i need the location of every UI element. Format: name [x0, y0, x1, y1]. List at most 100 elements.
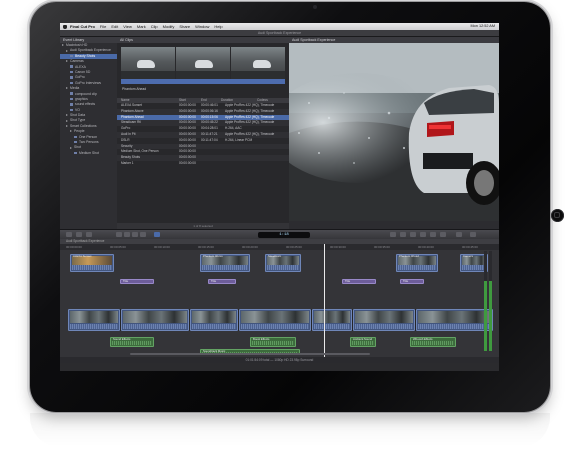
viewer-video-frame[interactable]	[289, 43, 499, 221]
menu-help[interactable]: Help	[214, 23, 222, 30]
connected-clip[interactable]: Steadicam	[265, 254, 301, 272]
audio-meter-right	[489, 251, 492, 351]
menubar-clock[interactable]: Mon 12:52 AM	[471, 23, 495, 30]
connected-clip[interactable]: Phantom Ahead	[396, 254, 438, 272]
event-icon	[70, 103, 73, 106]
library-item-label: graphics	[75, 96, 88, 101]
timeline: Audi Sportback Experience 00:00:00:00 00:…	[60, 239, 499, 363]
playhead[interactable]	[324, 244, 325, 363]
audio-clip[interactable]: Boost Effects	[250, 337, 296, 347]
ruler-tick-label: 00:00:40:00	[418, 245, 434, 249]
event-icon	[74, 151, 77, 155]
screen: Final Cut Pro File Edit View Mark Clip M…	[60, 23, 499, 371]
filmstrip-clip-name: Phantom Ahead	[122, 87, 147, 91]
keyword-button[interactable]	[76, 232, 82, 237]
title-clip[interactable]: Title	[120, 279, 154, 284]
insert-clip-button[interactable]	[124, 232, 130, 237]
disclosure-triangle-icon[interactable]	[62, 44, 64, 47]
audio-clip[interactable]: Ambient Sound	[350, 337, 376, 347]
disclosure-triangle-icon[interactable]	[66, 87, 68, 90]
disclosure-triangle-icon[interactable]	[66, 124, 68, 127]
menu-file[interactable]: File	[100, 23, 106, 30]
library-item-label: Shot	[74, 145, 81, 150]
storyline-clip[interactable]	[416, 309, 493, 331]
import-button[interactable]	[66, 232, 72, 237]
ruler-tick-label: 00:00:35:00	[374, 245, 390, 249]
audio-clip[interactable]: Sound Effects	[110, 337, 154, 347]
device-reflection	[30, 413, 550, 447]
car-spray-image	[289, 43, 499, 221]
connected-clip[interactable]: Phantom Above	[200, 254, 250, 272]
event-icon	[74, 140, 77, 144]
menu-view[interactable]: View	[123, 23, 132, 30]
audio-clip[interactable]: Whoosh Effects	[410, 337, 456, 347]
connect-clip-button[interactable]	[116, 232, 122, 237]
storyline-clip[interactable]	[353, 309, 415, 331]
disclosure-triangle-icon[interactable]	[66, 114, 68, 117]
storyline-clip[interactable]	[312, 309, 352, 331]
enhance-button[interactable]	[86, 232, 92, 237]
library-item-label: Media	[70, 86, 80, 91]
photos-browser-button[interactable]	[400, 232, 406, 237]
title-clip[interactable]: Title	[208, 279, 236, 284]
append-clip-button[interactable]	[132, 232, 138, 237]
event-icon	[70, 97, 73, 101]
connected-clip[interactable]: ALEXA Sunset	[70, 254, 114, 272]
library-item-label: GoPro Interviews	[75, 80, 102, 85]
titles-browser-button[interactable]	[420, 232, 426, 237]
overwrite-clip-button[interactable]	[140, 232, 146, 237]
library-item-label: Shot Type	[70, 118, 86, 123]
timeline-scrollbar[interactable]	[130, 353, 370, 355]
library-item-label: Shot Data	[70, 113, 86, 118]
share-button[interactable]	[470, 232, 476, 237]
music-browser-button[interactable]	[410, 232, 416, 237]
browser-row[interactable]: Marker 1 00:00:00:00	[117, 161, 289, 167]
menu-bar: Final Cut Pro File Edit View Mark Clip M…	[60, 23, 499, 30]
generators-browser-button[interactable]	[430, 232, 436, 237]
library-item-label: ALEXA	[75, 64, 86, 69]
storyline-clip[interactable]	[121, 309, 189, 331]
disclosure-triangle-icon[interactable]	[70, 146, 72, 149]
event-library: Event Library Macintosh HD Audi Sportback…	[60, 37, 118, 229]
library-item-label: sound effects	[75, 102, 96, 107]
filmstrip-selection-range[interactable]	[121, 79, 285, 84]
filmstrip-frame	[176, 47, 230, 79]
menu-clip[interactable]: Clip	[151, 23, 158, 30]
apple-icon[interactable]	[63, 24, 67, 29]
viewer-controls[interactable]	[289, 221, 499, 229]
menu-app-name[interactable]: Final Cut Pro	[70, 23, 95, 30]
storyline-clip[interactable]	[190, 309, 238, 331]
browser-filter[interactable]: All Clips	[117, 37, 289, 43]
ruler-tick-label: 00:00:05:00	[110, 245, 126, 249]
themes-browser-button[interactable]	[440, 232, 446, 237]
title-clip[interactable]: Title	[342, 279, 376, 284]
window-title: Audi Sportback Experience	[257, 31, 302, 35]
disclosure-triangle-icon[interactable]	[66, 60, 68, 63]
effects-browser-button[interactable]	[390, 232, 396, 237]
library-item-label: Cameras	[70, 59, 84, 64]
disclosure-triangle-icon[interactable]	[66, 119, 68, 122]
menu-share[interactable]: Share	[179, 23, 190, 30]
dashboard-timecode[interactable]: 1:18	[258, 231, 310, 238]
library-item-label: Two Persons	[79, 140, 99, 145]
event-browser: All Clips Phantom Ahead Name Start End D…	[117, 37, 289, 229]
menu-edit[interactable]: Edit	[111, 23, 118, 30]
filmstrip-frame	[231, 47, 285, 79]
home-button-icon	[554, 212, 560, 218]
audio-meter-left	[484, 251, 487, 351]
select-tool-button[interactable]	[154, 232, 160, 237]
menu-modify[interactable]: Modify	[163, 23, 175, 30]
storyline-clip[interactable]	[239, 309, 311, 331]
storyline-clip[interactable]	[68, 309, 120, 331]
menu-mark[interactable]: Mark	[137, 23, 146, 30]
library-item-label: VO	[75, 107, 80, 112]
title-clip[interactable]: Title	[400, 279, 424, 284]
timeline-ruler[interactable]: 00:00:00:00 00:00:05:00 00:00:10:00 00:00:1…	[60, 244, 499, 250]
inspector-button[interactable]	[456, 232, 462, 237]
browser-list: ALEXA Sunset 00:00:00:00 00:00:46:01 Apple …	[117, 103, 289, 167]
library-item[interactable]: Medium Shot	[60, 151, 117, 156]
library-item-label: Canon 5D	[75, 69, 91, 74]
menu-window[interactable]: Window	[195, 23, 209, 30]
disclosure-triangle-icon[interactable]	[66, 49, 68, 52]
disclosure-triangle-icon[interactable]	[70, 130, 72, 133]
